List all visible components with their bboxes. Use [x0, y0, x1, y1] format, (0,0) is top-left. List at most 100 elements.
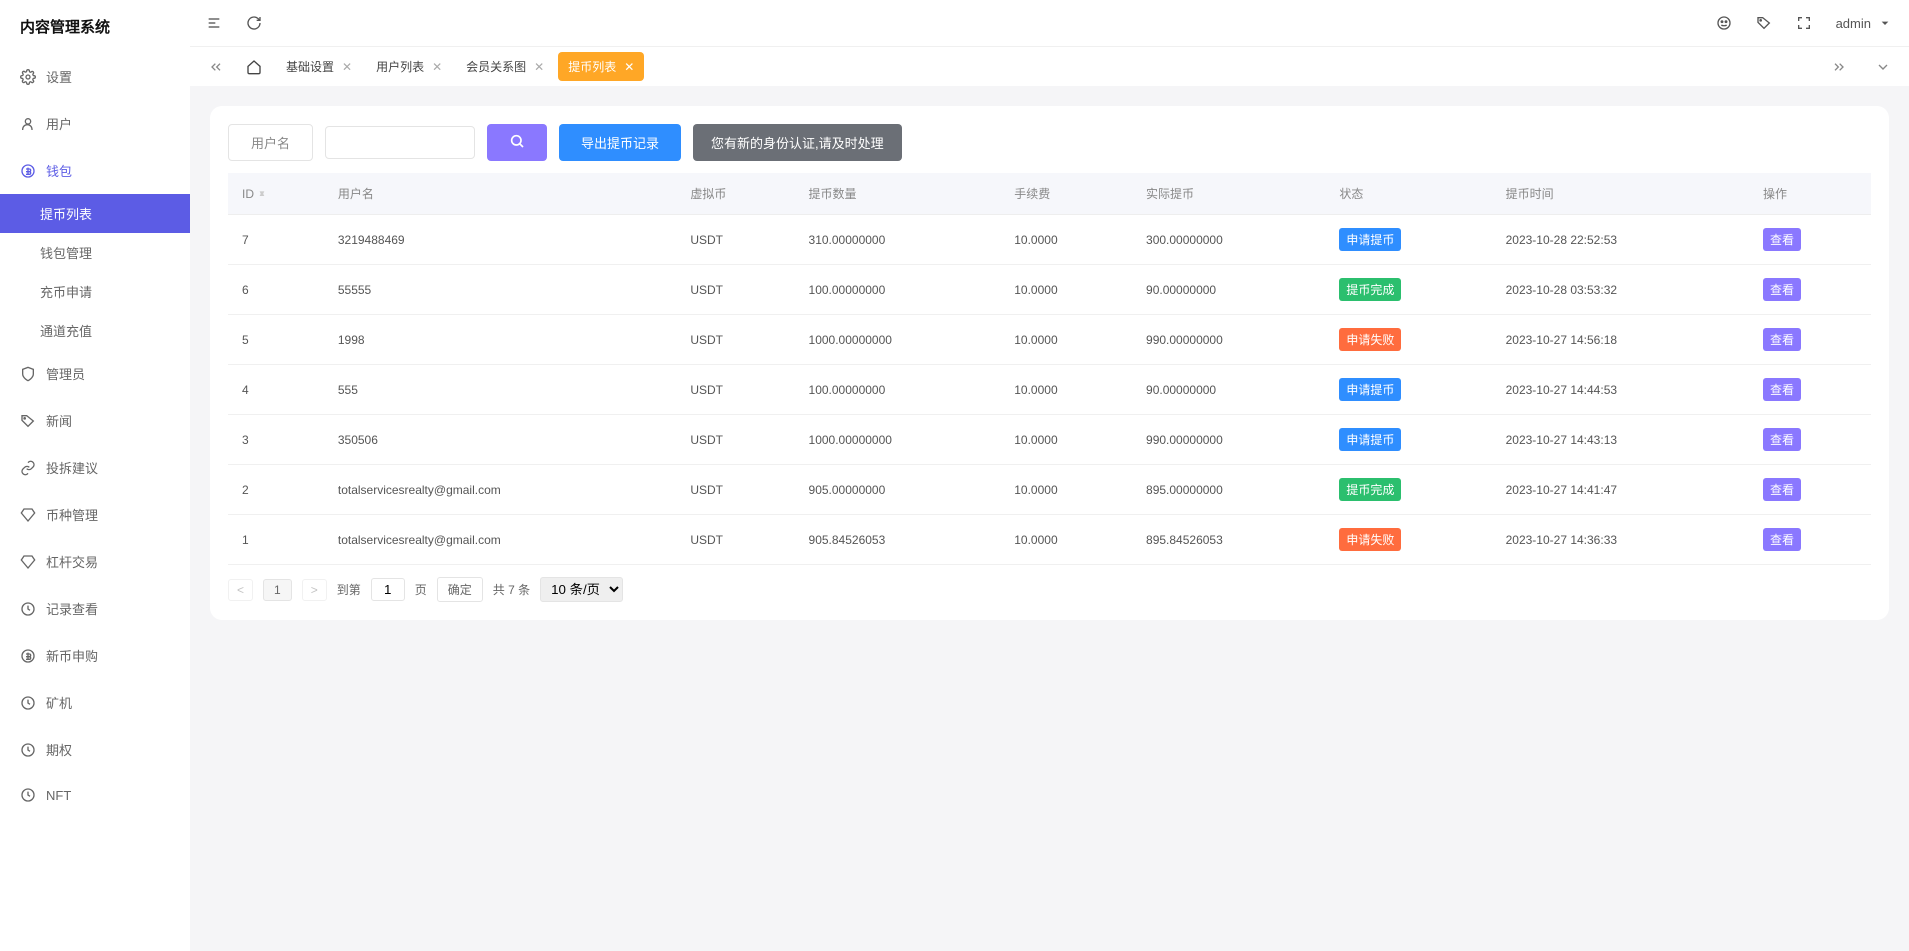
- cell-time: 2023-10-27 14:41:47: [1492, 465, 1749, 515]
- tab-1[interactable]: 用户列表 ✕: [366, 52, 452, 81]
- sidebar-item-label: 矿机: [46, 693, 72, 712]
- fullscreen-button[interactable]: [1796, 15, 1812, 31]
- cell-actual: 895.84526053: [1132, 515, 1325, 565]
- user-name: admin: [1836, 16, 1871, 31]
- toolbar: 用户名 导出提币记录 您有新的身份认证,请及时处理: [228, 124, 1871, 161]
- sidebar-item-label: 管理员: [46, 364, 85, 383]
- cell-action: 查看: [1749, 365, 1871, 415]
- cell-id: 1: [228, 515, 324, 565]
- user-menu[interactable]: admin: [1836, 15, 1893, 31]
- page-next-button[interactable]: >: [302, 579, 327, 601]
- sidebar-item-label: NFT: [46, 788, 71, 803]
- tab-close-icon[interactable]: ✕: [624, 60, 634, 74]
- sidebar-item-11[interactable]: 期权: [0, 726, 190, 773]
- sidebar-item-4[interactable]: 新闻: [0, 397, 190, 444]
- page-jump-confirm-button[interactable]: 确定: [437, 577, 483, 602]
- view-button[interactable]: 查看: [1763, 278, 1801, 301]
- tab-0[interactable]: 基础设置 ✕: [276, 52, 362, 81]
- cell-coin: USDT: [676, 515, 794, 565]
- tabs-dropdown-button[interactable]: [1867, 55, 1899, 79]
- cell-id: 2: [228, 465, 324, 515]
- cell-id: 6: [228, 265, 324, 315]
- page-jump-input[interactable]: [371, 578, 405, 601]
- status-badge: 申请提币: [1339, 378, 1401, 401]
- alert-banner[interactable]: 您有新的身份认证,请及时处理: [693, 124, 902, 161]
- cell-time: 2023-10-27 14:43:13: [1492, 415, 1749, 465]
- cell-user: 55555: [324, 265, 676, 315]
- table-row: 655555USDT100.0000000010.000090.00000000…: [228, 265, 1871, 315]
- diamond-icon: [20, 554, 36, 570]
- cell-fee: 10.0000: [1000, 365, 1132, 415]
- tab-home[interactable]: [236, 53, 272, 81]
- cell-fee: 10.0000: [1000, 465, 1132, 515]
- tab-label: 用户列表: [376, 58, 424, 75]
- sidebar-item-label: 钱包: [46, 161, 72, 180]
- column-header[interactable]: ID▲▼: [228, 173, 324, 215]
- sidebar-item-0[interactable]: 设置: [0, 53, 190, 100]
- cell-amount: 100.00000000: [795, 265, 1001, 315]
- view-button[interactable]: 查看: [1763, 228, 1801, 251]
- cell-action: 查看: [1749, 315, 1871, 365]
- filter-input[interactable]: [325, 126, 475, 159]
- view-button[interactable]: 查看: [1763, 428, 1801, 451]
- table-row: 3350506USDT1000.0000000010.0000990.00000…: [228, 415, 1871, 465]
- cell-amount: 905.84526053: [795, 515, 1001, 565]
- cell-actual: 300.00000000: [1132, 215, 1325, 265]
- cell-amount: 905.00000000: [795, 465, 1001, 515]
- sidebar-item-1[interactable]: 用户: [0, 100, 190, 147]
- withdraw-table: ID▲▼用户名虚拟币提币数量手续费实际提币状态提币时间操作 7321948846…: [228, 173, 1871, 565]
- export-button[interactable]: 导出提币记录: [559, 124, 681, 161]
- view-button[interactable]: 查看: [1763, 478, 1801, 501]
- tabs-next-button[interactable]: [1823, 55, 1855, 79]
- sidebar-subitem-2-2[interactable]: 充币申请: [0, 272, 190, 311]
- sidebar-item-2[interactable]: 钱包: [0, 147, 190, 194]
- search-button[interactable]: [487, 124, 547, 161]
- sidebar-item-5[interactable]: 投拆建议: [0, 444, 190, 491]
- tab-close-icon[interactable]: ✕: [342, 60, 352, 74]
- sidebar-item-8[interactable]: 记录查看: [0, 585, 190, 632]
- filter-label: 用户名: [228, 124, 313, 161]
- sidebar-item-12[interactable]: NFT: [0, 773, 190, 817]
- page-size-select[interactable]: 10 条/页20 条/页50 条/页: [540, 577, 623, 602]
- collapse-sidebar-button[interactable]: [206, 15, 222, 31]
- view-button[interactable]: 查看: [1763, 528, 1801, 551]
- theme-icon[interactable]: [1716, 15, 1732, 31]
- topbar: admin: [190, 0, 1909, 46]
- tab-close-icon[interactable]: ✕: [534, 60, 544, 74]
- cell-user: 555: [324, 365, 676, 415]
- tab-close-icon[interactable]: ✕: [432, 60, 442, 74]
- diamond-icon: [20, 507, 36, 523]
- tab-2[interactable]: 会员关系图✕: [456, 52, 554, 81]
- sidebar-subitem-2-1[interactable]: 钱包管理: [0, 233, 190, 272]
- sidebar-item-7[interactable]: 杠杆交易: [0, 538, 190, 585]
- sidebar-item-label: 币种管理: [46, 505, 98, 524]
- page-prev-button[interactable]: <: [228, 579, 253, 601]
- view-button[interactable]: 查看: [1763, 378, 1801, 401]
- table-row: 2totalservicesrealty@gmail.comUSDT905.00…: [228, 465, 1871, 515]
- tab-label: 基础设置: [286, 58, 334, 75]
- cell-amount: 310.00000000: [795, 215, 1001, 265]
- clock-icon: [20, 695, 36, 711]
- sidebar-item-9[interactable]: 新币申购: [0, 632, 190, 679]
- cell-coin: USDT: [676, 315, 794, 365]
- view-button[interactable]: 查看: [1763, 328, 1801, 351]
- cell-time: 2023-10-28 03:53:32: [1492, 265, 1749, 315]
- sidebar-item-3[interactable]: 管理员: [0, 350, 190, 397]
- tabs-prev-button[interactable]: [200, 55, 232, 79]
- cell-status: 申请失败: [1325, 515, 1491, 565]
- tag-icon[interactable]: [1756, 15, 1772, 31]
- table-row: 4555USDT100.0000000010.000090.00000000申请…: [228, 365, 1871, 415]
- page-current[interactable]: 1: [263, 579, 292, 601]
- sidebar-subitem-2-0[interactable]: 提币列表: [0, 194, 190, 233]
- sidebar-subitem-2-3[interactable]: 通道充值: [0, 311, 190, 350]
- gear-icon: [20, 69, 36, 85]
- sidebar-item-10[interactable]: 矿机: [0, 679, 190, 726]
- cell-user: 1998: [324, 315, 676, 365]
- sidebar-item-label: 记录查看: [46, 599, 98, 618]
- cell-actual: 990.00000000: [1132, 415, 1325, 465]
- tab-3[interactable]: 提币列表✕: [558, 52, 644, 81]
- sidebar-item-label: 投拆建议: [46, 458, 98, 477]
- refresh-button[interactable]: [246, 15, 262, 31]
- sidebar-item-6[interactable]: 币种管理: [0, 491, 190, 538]
- status-badge: 提币完成: [1339, 478, 1401, 501]
